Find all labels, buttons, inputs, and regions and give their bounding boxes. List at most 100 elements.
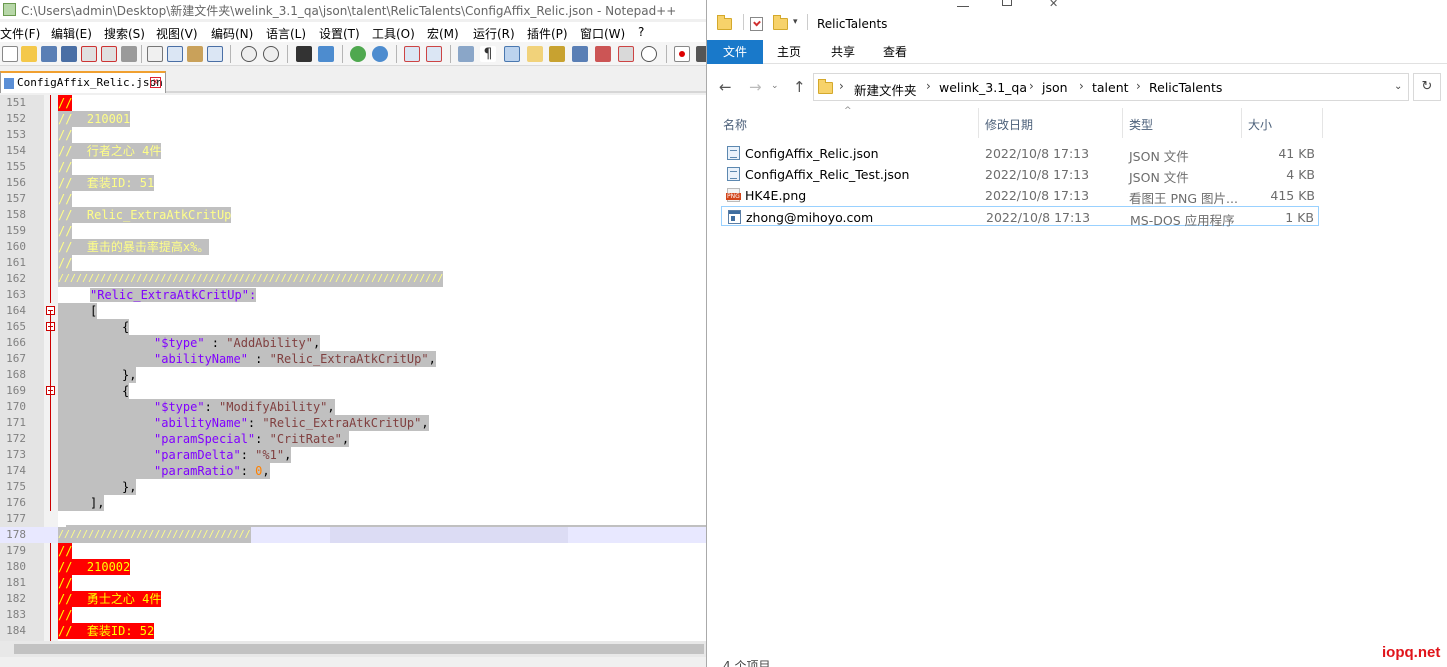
ribbon-tab-view[interactable]: 查看 (873, 40, 917, 64)
tab-configaffix-relic[interactable]: ConfigAffix_Relic.json x (0, 71, 166, 93)
file-row-selected[interactable]: zhong@mihoyo.com 2022/10/8 17:13 MS-DOS … (721, 206, 1319, 228)
copy-icon[interactable] (167, 46, 183, 62)
json-sep: : (247, 352, 270, 366)
close-icon[interactable]: ✕ (1049, 0, 1058, 9)
file-size: 1 KB (1285, 210, 1314, 225)
chevron-right-icon[interactable]: › (1079, 79, 1084, 93)
ribbon-tab-share[interactable]: 共享 (821, 40, 865, 64)
menu-search[interactable]: 搜索(S) (104, 25, 145, 42)
show-all-chars-icon[interactable]: ¶ (480, 46, 496, 62)
chevron-right-icon[interactable]: › (839, 79, 844, 93)
menu-tools[interactable]: 工具(O) (372, 25, 415, 42)
breadcrumb-item[interactable]: talent (1092, 80, 1129, 95)
column-date[interactable]: 修改日期 (985, 116, 1033, 133)
back-icon[interactable]: ← (719, 78, 732, 96)
item-count: 4 个项目 (723, 659, 771, 667)
paste-icon[interactable] (187, 46, 203, 62)
menu-window[interactable]: 窗口(W) (580, 25, 625, 42)
save-all-icon[interactable] (61, 46, 77, 62)
word-wrap-icon[interactable] (458, 46, 474, 62)
new-folder-icon[interactable] (773, 15, 788, 30)
eye-icon[interactable] (641, 46, 657, 62)
ribbon-tab-home[interactable]: 主页 (767, 40, 811, 64)
redo-icon[interactable] (263, 46, 279, 62)
code-line: 157 // (0, 191, 706, 207)
menu-macro[interactable]: 宏(M) (427, 25, 459, 42)
minimize-icon[interactable] (957, 6, 969, 7)
menu-settings[interactable]: 设置(T) (319, 25, 360, 42)
code-editor[interactable]: 151 // 152 // 210001 153 // 154 // 行者之心 … (0, 95, 706, 641)
menu-file[interactable]: 文件(F) (0, 25, 40, 42)
quick-access-dropdown-icon[interactable]: ▾ (793, 17, 798, 27)
properties-icon[interactable] (750, 17, 763, 31)
ribbon-tab-file[interactable]: 文件 (707, 40, 763, 64)
chevron-right-icon[interactable]: › (1136, 79, 1141, 93)
zoom-in-icon[interactable] (350, 46, 366, 62)
close-icon[interactable]: x (150, 77, 161, 88)
file-type: MS-DOS 应用程序 (1130, 213, 1235, 228)
stop-macro-icon[interactable] (696, 46, 706, 62)
save-icon[interactable] (41, 46, 57, 62)
recent-dropdown-icon[interactable]: ⌄ (771, 81, 779, 91)
sync-vertical-icon[interactable] (404, 46, 420, 62)
column-divider[interactable] (1122, 108, 1123, 138)
open-file-icon[interactable] (21, 46, 37, 62)
watermark-text: iopq.net (1382, 644, 1441, 661)
refresh-icon[interactable]: ↻ (1413, 73, 1441, 101)
function-list-icon[interactable] (572, 46, 588, 62)
json-pair: "abilityName" : "Relic_ExtraAtkCritUp", (58, 351, 436, 367)
code-line: 170 "$type": "ModifyAbility", (0, 399, 706, 415)
menu-view[interactable]: 视图(V) (156, 25, 198, 42)
sync-horizontal-icon[interactable] (426, 46, 442, 62)
scrollbar-thumb[interactable] (14, 644, 704, 654)
user-define-lang-icon[interactable] (527, 46, 543, 62)
monitoring-icon[interactable] (618, 46, 634, 62)
column-size[interactable]: 大小 (1248, 116, 1272, 133)
forward-icon[interactable]: → (749, 78, 762, 96)
column-divider[interactable] (1241, 108, 1242, 138)
menu-help[interactable]: ? (638, 25, 644, 39)
file-date: 2022/10/8 17:13 (985, 146, 1090, 161)
find-icon[interactable] (296, 46, 312, 62)
paste-special-icon[interactable] (207, 46, 223, 62)
zoom-out-icon[interactable] (372, 46, 388, 62)
up-icon[interactable]: ↑ (793, 78, 806, 96)
close-all-icon[interactable] (101, 46, 117, 62)
print-icon[interactable] (121, 46, 137, 62)
file-row[interactable]: ConfigAffix_Relic.json 2022/10/8 17:13 J… (721, 143, 1319, 164)
breadcrumb-item-current[interactable]: RelicTalents (1149, 80, 1222, 95)
new-file-icon[interactable] (2, 46, 18, 62)
folder-workspace-icon[interactable] (595, 46, 611, 62)
menu-language[interactable]: 语言(L) (266, 25, 306, 42)
menu-encoding[interactable]: 编码(N) (211, 25, 253, 42)
cut-icon[interactable] (147, 46, 163, 62)
record-macro-icon[interactable] (674, 46, 690, 62)
chevron-right-icon[interactable]: › (926, 79, 931, 93)
comment-text: // (58, 191, 73, 207)
doc-map-icon[interactable] (549, 46, 565, 62)
file-row[interactable]: HK4E.png 2022/10/8 17:13 看图王 PNG 图片... 4… (721, 185, 1319, 206)
menu-run[interactable]: 运行(R) (473, 25, 515, 42)
maximize-icon[interactable] (1002, 0, 1012, 6)
indent-guide-icon[interactable] (504, 46, 520, 62)
breadcrumb-item[interactable]: json (1042, 80, 1068, 95)
file-row[interactable]: ConfigAffix_Relic_Test.json 2022/10/8 17… (721, 164, 1319, 185)
column-type[interactable]: 类型 (1129, 116, 1153, 133)
replace-icon[interactable] (318, 46, 334, 62)
column-divider[interactable] (1322, 108, 1323, 138)
breadcrumb-item[interactable]: 新建文件夹 (854, 80, 917, 99)
file-saved-icon (4, 78, 14, 89)
undo-icon[interactable] (241, 46, 257, 62)
menu-plugins[interactable]: 插件(P) (527, 25, 568, 42)
chevron-right-icon[interactable]: › (1029, 79, 1034, 93)
column-name[interactable]: 名称 (723, 116, 747, 133)
breadcrumb-item[interactable]: welink_3.1_qa (939, 80, 1027, 95)
close-file-icon[interactable] (81, 46, 97, 62)
address-dropdown-icon[interactable]: ⌄ (1394, 81, 1402, 92)
column-divider[interactable] (978, 108, 979, 138)
address-bar[interactable]: › 新建文件夹 › welink_3.1_qa › json › talent … (813, 73, 1409, 101)
comment-text: // 重击的暴击率提高x%。 (58, 239, 210, 255)
horizontal-scrollbar[interactable] (0, 641, 706, 657)
menu-edit[interactable]: 编辑(E) (51, 25, 92, 42)
comment-text: // (58, 159, 73, 175)
